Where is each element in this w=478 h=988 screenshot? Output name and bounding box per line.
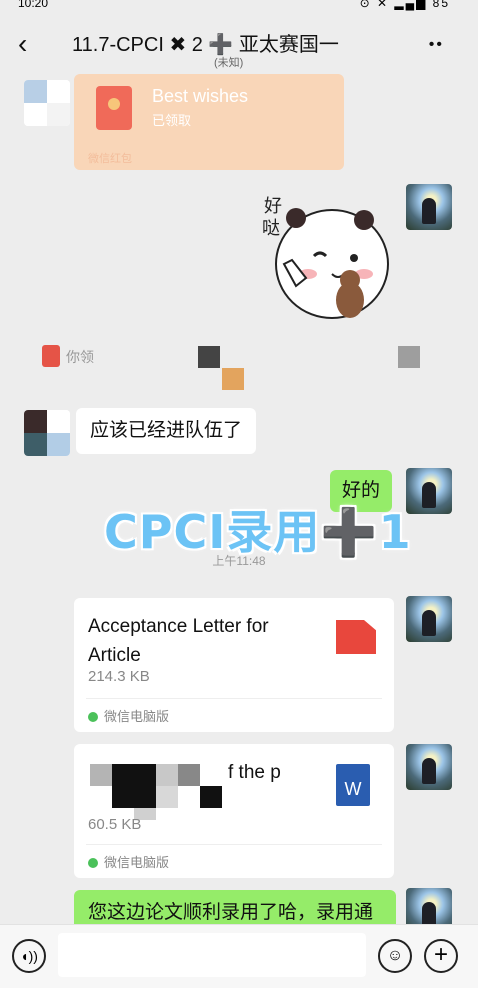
voice-icon[interactable]: ◖))	[12, 939, 46, 973]
avatar[interactable]	[24, 80, 70, 126]
file-size: 214.3 KB	[88, 668, 150, 685]
file-source-label: 微信电脑版	[104, 709, 170, 724]
file-size: 60.5 KB	[88, 816, 142, 833]
avatar[interactable]	[406, 184, 452, 230]
red-packet-mini-icon	[42, 345, 60, 367]
red-packet-card[interactable]: Best wishes 已领取 微信红包	[74, 74, 344, 170]
status-time: 10:20	[18, 0, 49, 10]
redaction-mosaic	[200, 786, 222, 808]
avatar[interactable]	[406, 596, 452, 642]
chat-screen: 10:20 ⊙ ✕ ▂▄▆ 85 ‹ 11.7-CPCI ✖ 2 ➕ 亚太赛国一…	[0, 0, 478, 988]
redaction-mosaic	[156, 764, 178, 786]
plus-icon[interactable]: +	[424, 939, 458, 973]
redaction-mosaic	[144, 642, 244, 668]
chat-subtitle: (未知)	[214, 57, 244, 69]
file-source: 微信电脑版	[88, 852, 169, 871]
avatar[interactable]	[406, 744, 452, 790]
message-text: 应该已经进队伍了	[90, 420, 243, 441]
bear-sticker[interactable]: 好 哒	[256, 182, 394, 326]
sticker-text-1: 好	[264, 196, 282, 217]
composer-bar: ◖)) ☺ +	[0, 924, 478, 988]
message-input[interactable]	[58, 933, 366, 977]
avatar[interactable]	[24, 410, 70, 456]
message-timestamp: 上午11:48	[212, 554, 266, 568]
redaction-mosaic	[156, 786, 178, 808]
chat-title: 11.7-CPCI ✖ 2 ➕ 亚太赛国一	[72, 34, 339, 56]
red-packet-title: Best wishes	[152, 86, 249, 106]
message-text: 您这边论文顺利录用了哈，录用通	[88, 902, 374, 923]
file-card-word[interactable]: f the p W 60.5 KB 微信电脑版	[74, 744, 394, 878]
system-notice-text: 你领	[66, 349, 94, 365]
word-file-icon: W	[336, 764, 370, 806]
divider	[86, 844, 382, 845]
status-bar: 10:20 ⊙ ✕ ▂▄▆ 85	[0, 0, 478, 14]
sticker-text-2: 哒	[262, 218, 280, 239]
avatar[interactable]	[406, 468, 452, 514]
redaction-mosaic	[178, 764, 200, 786]
file-name: f the p	[228, 762, 281, 783]
red-packet-footer: 微信红包	[88, 153, 132, 165]
divider	[86, 698, 382, 699]
redaction-mosaic	[90, 764, 112, 786]
red-packet-status: 已领取	[152, 113, 192, 128]
message-bubble-incoming[interactable]: 应该已经进队伍了	[76, 408, 257, 454]
file-source-label: 微信电脑版	[104, 855, 170, 870]
more-dots-icon[interactable]: ••	[429, 36, 444, 54]
back-arrow-icon[interactable]: ‹	[18, 30, 27, 58]
redaction-mosaic	[398, 346, 420, 368]
red-envelope-icon	[96, 86, 132, 130]
redaction-mosaic	[198, 346, 220, 368]
redaction-mosaic	[112, 764, 156, 808]
file-source: 微信电脑版	[88, 706, 169, 725]
emoji-icon[interactable]: ☺	[378, 939, 412, 973]
chat-header: ‹ 11.7-CPCI ✖ 2 ➕ 亚太赛国一 (未知) ••	[0, 14, 478, 74]
status-icons: ⊙ ✕ ▂▄▆ 85	[359, 0, 450, 10]
wechat-pc-icon	[88, 712, 98, 722]
file-card-pdf[interactable]: Acceptance Letter for Article 214.3 KB 微…	[74, 598, 394, 732]
redaction-mosaic	[222, 368, 244, 390]
wechat-pc-icon	[88, 858, 98, 868]
pdf-file-icon	[336, 620, 376, 654]
